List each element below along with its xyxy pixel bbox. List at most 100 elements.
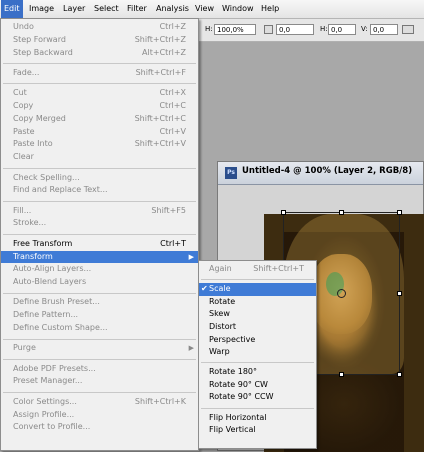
- edit-menu-find-and-replace-text[interactable]: Find and Replace Text...: [1, 184, 198, 197]
- edit-menu-copy[interactable]: Copy Ctrl+C: [1, 100, 198, 113]
- menu-item-shortcut: Ctrl+Z: [159, 22, 186, 31]
- menu-item-label: Fade...: [13, 67, 40, 77]
- transform-menu-flip-horizontal[interactable]: Flip Horizontal: [199, 412, 316, 425]
- transform-menu-rotate-90-cw[interactable]: Rotate 90° CW: [199, 379, 316, 392]
- menu-image[interactable]: Image: [26, 0, 57, 18]
- edit-menu-assign-profile[interactable]: Assign Profile...: [1, 409, 198, 422]
- menu-view[interactable]: View: [192, 0, 217, 18]
- edit-menu-auto-align-layers[interactable]: Auto-Align Layers...: [1, 263, 198, 276]
- menu-item-shortcut: Ctrl+C: [159, 101, 186, 110]
- transform-handle-top-right[interactable]: [397, 210, 402, 215]
- menu-item-label: Purge: [13, 343, 36, 353]
- menu-item-shortcut: Alt+Ctrl+Z: [142, 47, 186, 57]
- transform-menu-warp[interactable]: Warp: [199, 346, 316, 359]
- transform-menu-perspective[interactable]: Perspective: [199, 334, 316, 347]
- menu-select[interactable]: Select: [91, 0, 122, 18]
- height-scale-field[interactable]: 100,0%: [214, 24, 256, 35]
- menu-edit[interactable]: Edit: [1, 0, 23, 18]
- edit-menu-step-forward[interactable]: Step Forward Shift+Ctrl+Z: [1, 34, 198, 47]
- edit-menu-auto-blend-layers[interactable]: Auto-Blend Layers: [1, 276, 198, 289]
- menu-layer[interactable]: Layer: [60, 0, 88, 18]
- transform-menu-flip-vertical[interactable]: Flip Vertical: [199, 424, 316, 437]
- transform-menu-rotate-180[interactable]: Rotate 180°: [199, 366, 316, 379]
- menu-window[interactable]: Window: [219, 0, 257, 18]
- transform-handle-bottom[interactable]: [339, 372, 344, 377]
- menu-item-label: Transform: [13, 251, 53, 261]
- edit-menu-check-spelling[interactable]: Check Spelling...: [1, 172, 198, 185]
- edit-menu-transform[interactable]: Transform ▶: [1, 250, 198, 264]
- menu-separator: [3, 83, 196, 85]
- edit-menu-undo[interactable]: Undo Ctrl+Z: [1, 21, 198, 34]
- menu-item-label: Perspective: [209, 334, 256, 344]
- edit-menu-copy-merged[interactable]: Copy Merged Shift+Ctrl+C: [1, 113, 198, 126]
- rotate-angle-field[interactable]: 0,0: [276, 24, 314, 35]
- menu-item-shortcut: Shift+F5: [151, 205, 186, 215]
- menu-item-label: Rotate 90° CCW: [209, 392, 274, 402]
- menu-item-label: Stroke...: [13, 218, 47, 228]
- menu-item-label: Assign Profile...: [13, 409, 75, 419]
- transform-menu-rotate[interactable]: Rotate: [199, 296, 316, 309]
- menu-item-label: Adobe PDF Presets...: [13, 363, 96, 373]
- edit-menu-step-backward[interactable]: Step Backward Alt+Ctrl+Z: [1, 47, 198, 60]
- transform-menu-scale[interactable]: ✔ Scale: [199, 283, 316, 296]
- edit-menu-free-transform[interactable]: Free Transform Ctrl+T: [1, 238, 198, 251]
- edit-menu-convert-to-profile[interactable]: Convert to Profile...: [1, 421, 198, 434]
- transform-handle-top-left[interactable]: [281, 210, 286, 215]
- edit-menu-color-settings[interactable]: Color Settings... Shift+Ctrl+K: [1, 396, 198, 409]
- transform-reference-point[interactable]: [337, 289, 346, 298]
- transform-handle-right[interactable]: [397, 291, 402, 296]
- menu-item-label: Flip Vertical: [209, 425, 256, 435]
- edit-menu-clear[interactable]: Clear: [1, 151, 198, 164]
- menu-item-label: Find and Replace Text...: [13, 185, 108, 195]
- menu-item-label: Flip Horizontal: [209, 412, 267, 422]
- transform-handle-top[interactable]: [339, 210, 344, 215]
- menu-item-label: Auto-Align Layers...: [13, 264, 92, 274]
- menu-separator: [3, 167, 196, 169]
- menu-item-shortcut: Shift+Ctrl+F: [135, 67, 186, 77]
- edit-menu-paste-into[interactable]: Paste Into Shift+Ctrl+V: [1, 138, 198, 151]
- edit-menu-purge[interactable]: Purge ▶: [1, 342, 198, 355]
- menu-item-label: Fill...: [13, 205, 32, 215]
- edit-menu-cut[interactable]: Cut Ctrl+X: [1, 87, 198, 100]
- menu-item-label: Convert to Profile...: [13, 422, 91, 432]
- menu-separator: [3, 200, 196, 202]
- edit-menu-define-custom-shape[interactable]: Define Custom Shape...: [1, 322, 198, 335]
- edit-menu-preset-manager[interactable]: Preset Manager...: [1, 375, 198, 388]
- menu-item-label: Distort: [209, 321, 237, 331]
- menu-item-label: Copy: [13, 101, 34, 110]
- document-title-bar[interactable]: Ps Untitled-4 @ 100% (Layer 2, RGB/8): [218, 162, 423, 185]
- menu-filter[interactable]: Filter: [124, 0, 150, 18]
- menu-item-shortcut: Shift+Ctrl+K: [134, 396, 186, 406]
- photoshop-document-icon: Ps: [225, 167, 237, 179]
- edit-menu-fill[interactable]: Fill... Shift+F5: [1, 205, 198, 218]
- transform-menu-rotate-90-ccw[interactable]: Rotate 90° CCW: [199, 391, 316, 404]
- edit-menu: Undo Ctrl+Z Step Forward Shift+Ctrl+Z Step B…: [0, 18, 199, 451]
- menu-item-shortcut: Shift+Ctrl+V: [134, 139, 186, 149]
- skew-h-field[interactable]: 0,0: [328, 24, 356, 35]
- menu-item-shortcut: Ctrl+V: [159, 126, 186, 136]
- skew-h-label: H:: [320, 25, 328, 33]
- menu-item-label: Free Transform: [13, 238, 73, 248]
- menu-item-label: Rotate 90° CW: [209, 379, 268, 389]
- menu-separator: [3, 292, 196, 294]
- menu-item-label: Paste: [13, 126, 35, 136]
- submenu-arrow-icon: ▶: [188, 252, 194, 261]
- menu-analysis[interactable]: Analysis: [153, 0, 192, 18]
- menu-help[interactable]: Help: [258, 0, 282, 18]
- transform-handle-bottom-right[interactable]: [397, 372, 402, 377]
- menu-item-shortcut: Ctrl+X: [159, 88, 186, 98]
- transform-menu-again[interactable]: Again Shift+Ctrl+T: [199, 263, 316, 276]
- edit-menu-adobe-pdf-presets[interactable]: Adobe PDF Presets...: [1, 363, 198, 376]
- menu-item-label: Rotate: [209, 296, 236, 306]
- transform-menu-distort[interactable]: Distort: [199, 321, 316, 334]
- edit-menu-define-brush-preset[interactable]: Define Brush Preset...: [1, 296, 198, 309]
- transform-menu-skew[interactable]: Skew: [199, 308, 316, 321]
- edit-menu-stroke[interactable]: Stroke...: [1, 217, 198, 230]
- edit-menu-paste[interactable]: Paste Ctrl+V: [1, 126, 198, 139]
- edit-menu-define-pattern[interactable]: Define Pattern...: [1, 309, 198, 322]
- warp-mode-icon[interactable]: [402, 25, 414, 34]
- menu-bar: Edit Image Layer Select Filter Analysis …: [0, 0, 424, 19]
- skew-v-field[interactable]: 0,0: [370, 24, 398, 35]
- menu-item-label: Scale: [209, 284, 231, 294]
- edit-menu-fade[interactable]: Fade... Shift+Ctrl+F: [1, 67, 198, 80]
